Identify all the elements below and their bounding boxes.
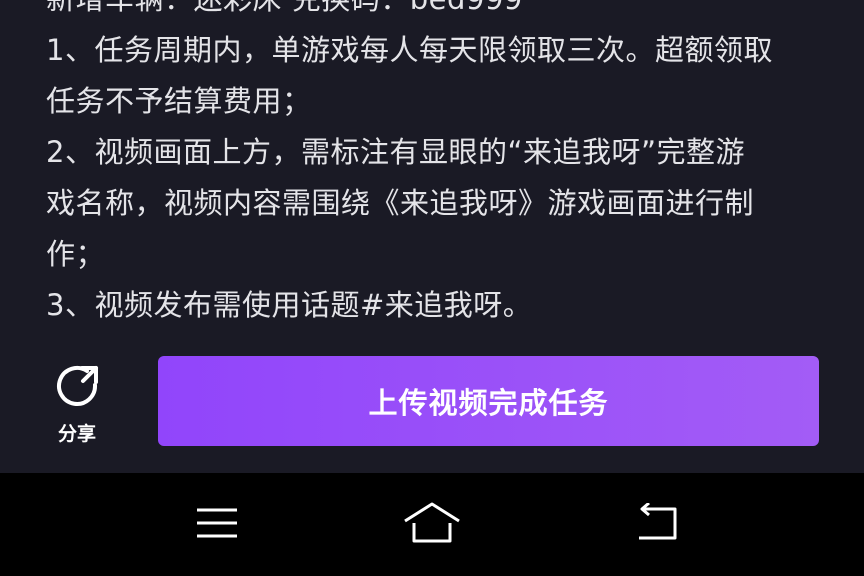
rule-line-3: 3、视频发布需使用话题#来追我呀。 [46,288,533,322]
action-bar: 分享 上传视频完成任务 [0,345,864,473]
nav-back-button[interactable] [618,495,698,555]
upload-video-label: 上传视频完成任务 [368,388,609,420]
rule-line-1: 1、任务周期内，单游戏每人每天限领取三次。超额领取 [46,33,773,67]
rule-line-redeem-code: 新增车辆：迷彩床 兑换码：bed999 [46,0,826,25]
rule-line-2: 2、视频画面上方，需标注有显眼的“来追我呀”完整游 [46,135,745,169]
menu-icon [195,505,239,545]
task-rules-content: 新增车辆：迷彩床 兑换码：bed999 1、任务周期内，单游戏每人每天限领取三次… [0,0,864,345]
nav-menu-button[interactable] [177,495,257,555]
share-button[interactable]: 分享 [40,359,114,449]
share-label: 分享 [57,423,96,445]
home-icon [402,501,462,549]
nav-home-button[interactable] [392,495,472,555]
rule-line-2-cont: 戏名称，视频内容需围绕《来追我呀》游戏画面进行制 [46,186,755,220]
share-refresh-icon [52,359,102,411]
back-icon [635,501,681,547]
rule-line-2-end: 作； [46,237,106,271]
system-nav-bar [0,473,864,576]
upload-video-button[interactable]: 上传视频完成任务 [158,356,819,446]
rule-line-1-cont: 任务不予结算费用； [46,84,312,118]
task-rules-text: 新增车辆：迷彩床 兑换码：bed999 1、任务周期内，单游戏每人每天限领取三次… [46,0,826,331]
